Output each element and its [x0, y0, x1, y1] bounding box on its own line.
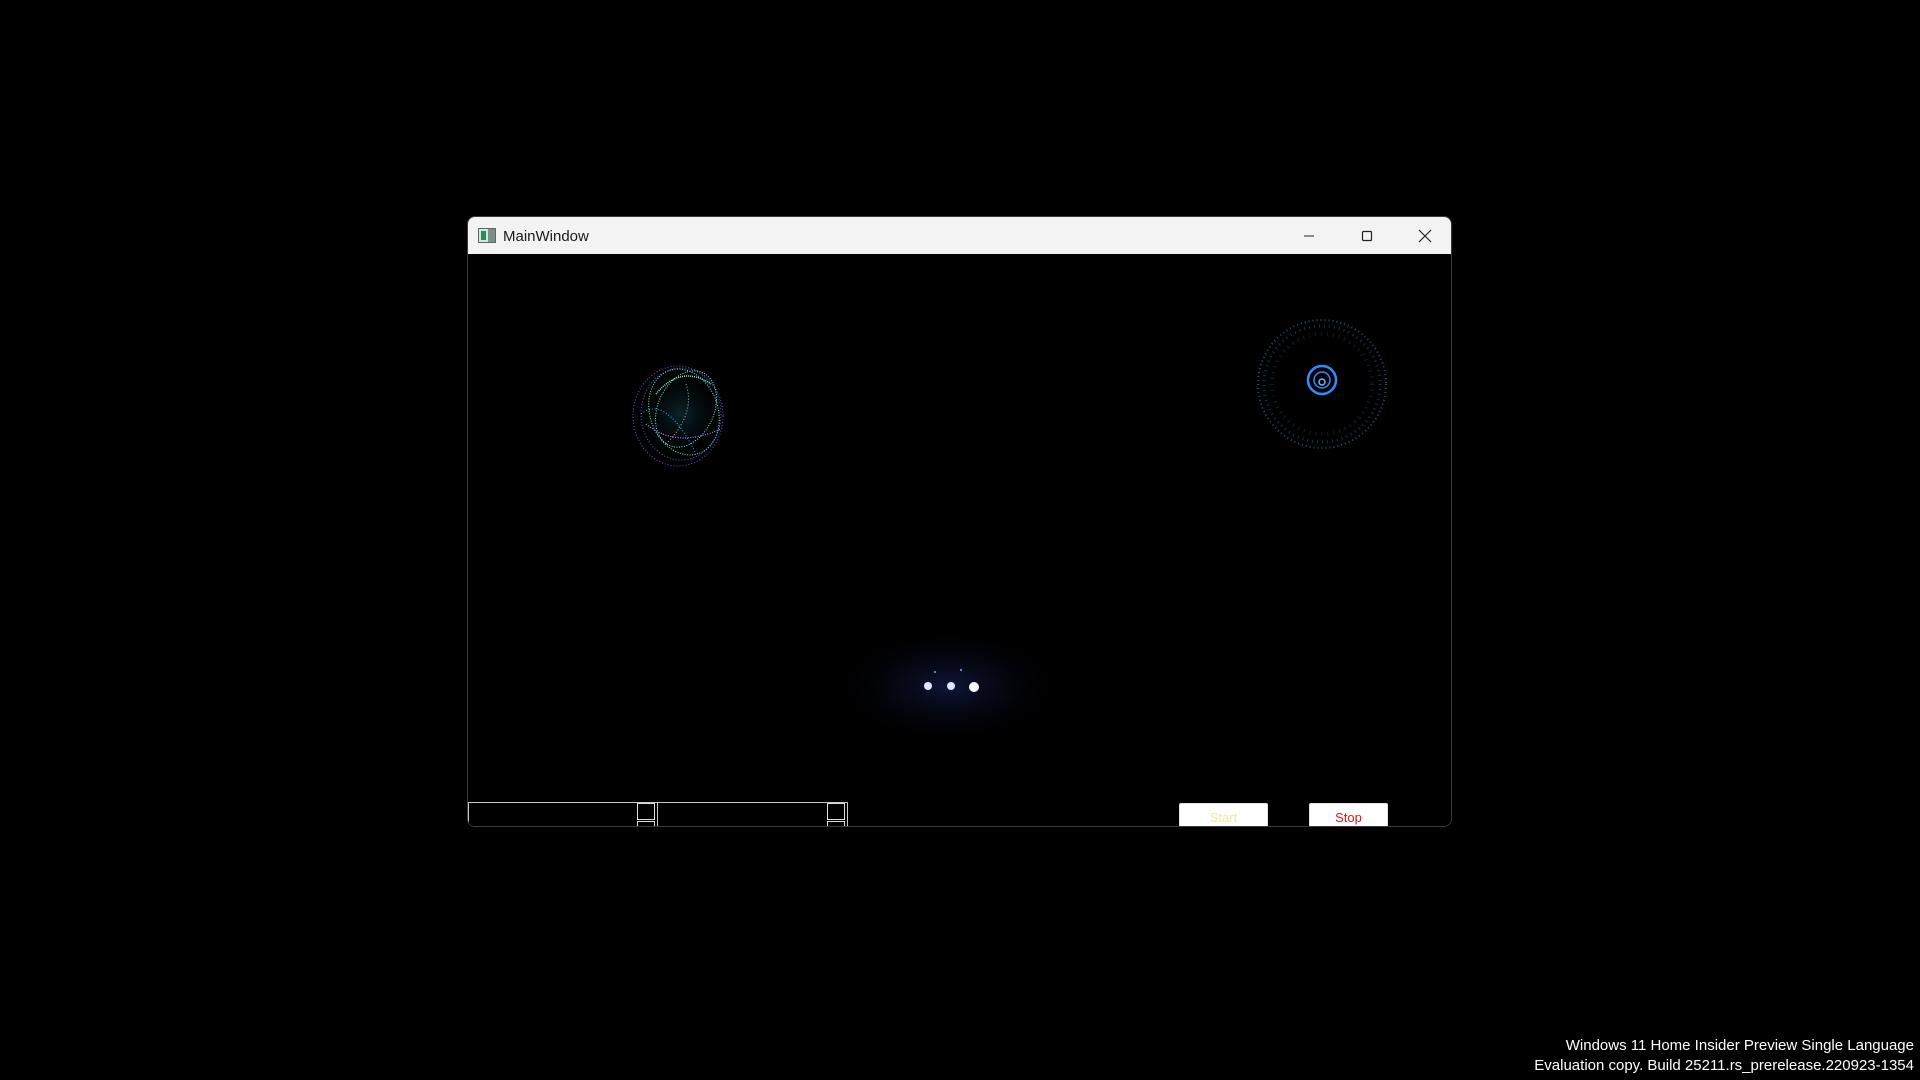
close-icon: [1418, 229, 1432, 242]
minimize-button[interactable]: [1280, 217, 1338, 254]
start-button[interactable]: Start: [1179, 803, 1268, 826]
audio-wave-icon: [828, 626, 1068, 746]
spinbox-2-arrows: [827, 803, 847, 826]
watermark-line-2: Evaluation copy. Build 25211.rs_prerelea…: [1534, 1057, 1914, 1074]
maximize-icon: [1361, 230, 1373, 241]
watermark-line-1: Windows 11 Home Insider Preview Single L…: [1565, 1037, 1914, 1054]
spinbox-2-down-arrow-icon[interactable]: [827, 821, 845, 826]
spinbox-1-arrows: [637, 803, 657, 826]
maximize-button[interactable]: [1338, 217, 1396, 254]
minimize-icon: [1304, 235, 1314, 236]
main-window: MainWindow Start Stop: [467, 216, 1452, 827]
spinbox-group: [468, 802, 848, 826]
spinbox-1-down-arrow-icon[interactable]: [637, 821, 655, 826]
particle-sphere-visual: [626, 354, 736, 479]
windows-watermark: Windows 11 Home Insider Preview Single L…: [1534, 1036, 1914, 1076]
particle-sphere-icon: [632, 365, 729, 467]
spinbox-1-up-arrow-icon[interactable]: [637, 803, 655, 820]
spinbox-2-up-arrow-icon[interactable]: [827, 803, 845, 820]
particle-ring-icon: [1257, 319, 1387, 449]
particle-ring-visual: [1252, 314, 1392, 459]
close-button[interactable]: [1396, 217, 1451, 254]
window-content: Start Stop: [468, 254, 1451, 826]
app-icon: [478, 228, 496, 243]
spinbox-1[interactable]: [469, 803, 658, 826]
audio-wave-visual: [803, 624, 1093, 759]
window-title: MainWindow: [503, 228, 589, 245]
spinbox-2[interactable]: [658, 803, 847, 826]
desktop: MainWindow Start Stop Windows 11 Home In…: [0, 0, 1920, 1080]
title-bar[interactable]: MainWindow: [468, 217, 1451, 254]
stop-button[interactable]: Stop: [1309, 803, 1388, 826]
